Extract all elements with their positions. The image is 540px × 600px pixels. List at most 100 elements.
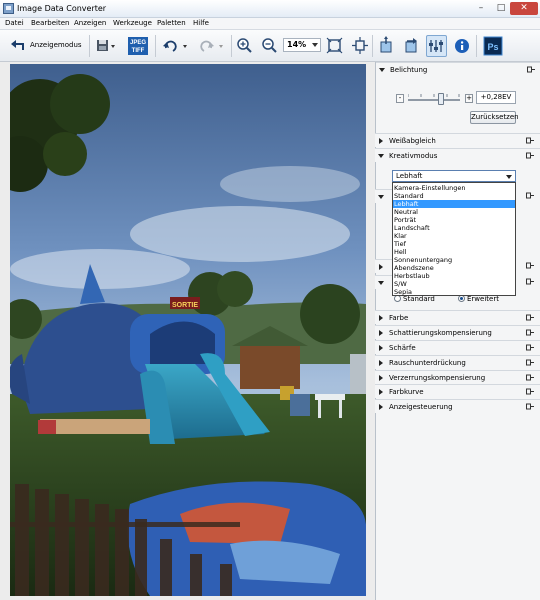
fit-window-icon (326, 37, 343, 54)
info-button[interactable] (453, 36, 471, 56)
section-header[interactable]: Farbe (375, 310, 540, 324)
dropdown-option[interactable]: Sonnenuntergang (393, 256, 515, 264)
section-collapsed-header[interactable] (375, 259, 392, 273)
actual-size-button[interactable] (351, 36, 369, 56)
photoshop-button[interactable]: Ps (483, 36, 503, 56)
chevron-down-icon (506, 175, 512, 179)
menu-datei[interactable]: Datei (5, 19, 24, 27)
chevron-down-icon (378, 154, 384, 158)
back-arrow-icon (11, 40, 24, 50)
preview-photo: SORTIE (10, 64, 366, 596)
exposure-value-field[interactable]: +0,28EV (476, 91, 516, 104)
pin-icon[interactable] (526, 314, 534, 321)
jpeg-tiff-icon: JPEG TIFF (128, 37, 148, 55)
window-title: Image Data Converter (17, 4, 107, 13)
section-label: Anzeigesteuerung (389, 403, 453, 411)
section-exposure[interactable]: Belichtung (376, 62, 540, 76)
menu-anzeigen[interactable]: Anzeigen (74, 19, 106, 27)
section-header[interactable]: Farbkurve (375, 384, 540, 398)
pin-icon[interactable] (526, 152, 534, 159)
display-mode-button[interactable]: Anzeigemodus (8, 36, 88, 56)
dropdown-option[interactable]: Porträt (393, 216, 515, 224)
exposure-minus-button[interactable]: - (396, 94, 404, 103)
menu-bar: Datei Bearbeiten Anzeigen Werkzeuge Pale… (0, 18, 540, 30)
zoom-select[interactable]: 14% (283, 38, 321, 52)
creative-style-value: Lebhaft (396, 172, 423, 180)
toolbar-separator (476, 35, 477, 57)
toolbar-separator (89, 35, 90, 57)
section-label: Farbkurve (389, 388, 424, 396)
section-header[interactable]: Schattierungskompensierung (375, 325, 540, 339)
dropdown-option[interactable]: S/W (393, 280, 515, 288)
pin-icon[interactable] (526, 388, 534, 395)
dropdown-option[interactable]: Hell (393, 248, 515, 256)
image-viewer[interactable]: SORTIE (0, 62, 375, 600)
zoom-out-button[interactable] (261, 36, 279, 56)
chevron-down-icon (378, 195, 384, 199)
close-button[interactable]: ✕ (510, 2, 538, 15)
rotate-right-button[interactable] (197, 36, 225, 56)
pin-icon[interactable] (526, 278, 534, 285)
fit-to-window-button[interactable] (326, 36, 344, 56)
chevron-right-icon (379, 138, 383, 144)
pin-icon[interactable] (526, 374, 534, 381)
dropdown-option[interactable]: Herbstlaub (393, 272, 515, 280)
pin-icon[interactable] (526, 262, 534, 269)
exposure-slider-track[interactable] (408, 99, 460, 101)
exposure-slider-ticks (407, 92, 460, 97)
display-mode-label: Anzeigemodus (30, 41, 82, 49)
rotate-left-button[interactable] (161, 36, 189, 56)
radio-extended-label: Erweitert (467, 295, 499, 303)
toolbar: Anzeigemodus JPEG TIFF 14% Ps (0, 30, 540, 62)
dropdown-option[interactable]: Sepia (393, 288, 515, 296)
dropdown-option[interactable]: Abendszene (393, 264, 515, 272)
pin-icon[interactable] (527, 66, 535, 73)
section-white-balance[interactable]: Weißabgleich (375, 133, 540, 147)
section-expanded-header[interactable] (375, 275, 392, 289)
chevron-right-icon (379, 330, 383, 336)
zoom-in-icon (237, 38, 252, 53)
dropdown-option[interactable]: Tief (393, 240, 515, 248)
pin-icon[interactable] (526, 137, 534, 144)
dropdown-option[interactable]: Klar (393, 232, 515, 240)
adjustment-palette-button[interactable] (426, 35, 447, 57)
pin-icon[interactable] (526, 329, 534, 336)
menu-werkzeuge[interactable]: Werkzeuge (113, 19, 152, 27)
menu-hilfe[interactable]: Hilfe (193, 19, 209, 27)
radio-extended[interactable] (458, 295, 465, 302)
ps-label: Ps (487, 42, 498, 52)
menu-bearbeiten[interactable]: Bearbeiten (31, 19, 69, 27)
dropdown-option[interactable]: Neutral (393, 208, 515, 216)
jpeg-tiff-button[interactable]: JPEG TIFF (127, 36, 149, 56)
section-creative-style-label: Kreativmodus (389, 152, 438, 160)
exposure-slider-thumb[interactable] (438, 93, 445, 105)
section-hidden-header[interactable] (375, 189, 392, 203)
info-icon (455, 39, 469, 53)
section-creative-style[interactable]: Kreativmodus (375, 148, 540, 162)
dropdown-option[interactable]: Kamera-Einstellungen (393, 184, 515, 192)
section-header[interactable]: Schärfe (375, 340, 540, 354)
menu-paletten[interactable]: Paletten (157, 19, 186, 27)
zoom-in-button[interactable] (236, 36, 254, 56)
apply-button[interactable] (403, 36, 421, 56)
dropdown-option[interactable]: Standard (393, 192, 515, 200)
minimize-button[interactable]: – (471, 2, 491, 15)
dropdown-option[interactable]: Landschaft (393, 224, 515, 232)
creative-style-select[interactable]: Lebhaft (392, 170, 516, 182)
section-header[interactable]: Anzeigesteuerung (375, 399, 540, 413)
pin-icon[interactable] (526, 403, 534, 410)
exposure-plus-button[interactable]: + (465, 94, 473, 103)
pin-icon[interactable] (526, 359, 534, 366)
section-header[interactable]: Verzerrungskompensierung (375, 370, 540, 384)
pin-icon[interactable] (526, 344, 534, 351)
section-header[interactable]: Rauschunterdrückung (375, 355, 540, 369)
radio-standard[interactable] (394, 295, 401, 302)
pin-icon[interactable] (526, 192, 534, 199)
save-button[interactable] (95, 36, 117, 56)
toolbar-separator (155, 35, 156, 57)
reset-button[interactable]: Zurücksetzen (470, 111, 519, 124)
dropdown-option[interactable]: Lebhaft (393, 200, 515, 208)
maximize-button[interactable]: □ (491, 2, 511, 15)
compare-button[interactable] (378, 36, 396, 56)
app-icon (3, 3, 14, 14)
